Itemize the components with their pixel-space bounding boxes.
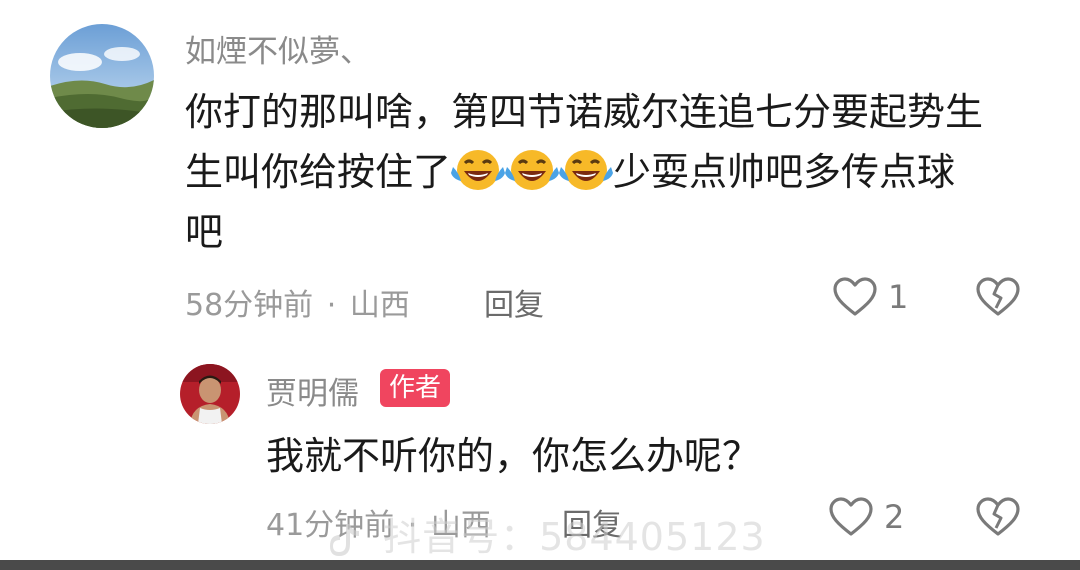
comment-location: 山西 (349, 288, 410, 323)
laugh-cry-emoji (557, 145, 615, 195)
laugh-cry-emoji (503, 145, 561, 195)
douyin-logo-icon (330, 521, 360, 565)
comment-text: 你打的那叫啥，第四节诺威尔连追七分要起势生 生叫你给按住了 少耍点帅吧多传点球 吧 (185, 82, 1055, 262)
comment-meta: 58分钟前 · 山西 (185, 280, 410, 324)
watermark-text: 抖音号：584405123 (383, 515, 766, 559)
author-avatar[interactable] (180, 364, 240, 424)
meta-dot: · (326, 288, 337, 323)
broken-heart-icon (975, 496, 1021, 538)
comment-thread: 如煙不似夢、 你打的那叫啥，第四节诺威尔连追七分要起势生 生叫你给按住了 少耍点帅… (0, 0, 1080, 570)
author-badge: 作者 (380, 369, 451, 407)
commenter-avatar[interactable] (50, 24, 154, 128)
douyin-watermark: 抖音号：584405123 (330, 506, 766, 565)
laugh-cry-emoji (449, 145, 507, 195)
comment-line-2-end: 少耍点帅吧多传点球 (613, 150, 956, 194)
comment-line-2-start: 生叫你给按住了 (185, 150, 452, 194)
reply-text: 我就不听你的，你怎么办呢？ (266, 434, 761, 478)
author-username[interactable]: 贾明儒 (266, 368, 359, 413)
reply-like-count: 2 (884, 498, 905, 536)
comment-like-count: 1 (888, 278, 909, 316)
heart-outline-icon (832, 276, 878, 318)
comment-line-3: 吧 (185, 210, 224, 254)
broken-heart-icon (975, 276, 1021, 318)
heart-outline-icon (828, 496, 874, 538)
reply-like-button[interactable]: 2 (828, 496, 904, 538)
comment-line-1: 你打的那叫啥，第四节诺威尔连追七分要起势生 (185, 90, 984, 134)
reply-dislike-button[interactable] (975, 496, 1021, 542)
comment-like-button[interactable]: 1 (832, 276, 908, 318)
comment-reply-button[interactable]: 回复 (484, 280, 544, 324)
commenter-username[interactable]: 如煙不似夢、 (185, 26, 371, 71)
bottom-edge-bar (0, 560, 1080, 570)
comment-line-2: 生叫你给按住了 少耍点帅吧多传点球 (185, 142, 1055, 202)
comment-dislike-button[interactable] (975, 276, 1021, 322)
comment-time: 58分钟前 (185, 288, 314, 323)
